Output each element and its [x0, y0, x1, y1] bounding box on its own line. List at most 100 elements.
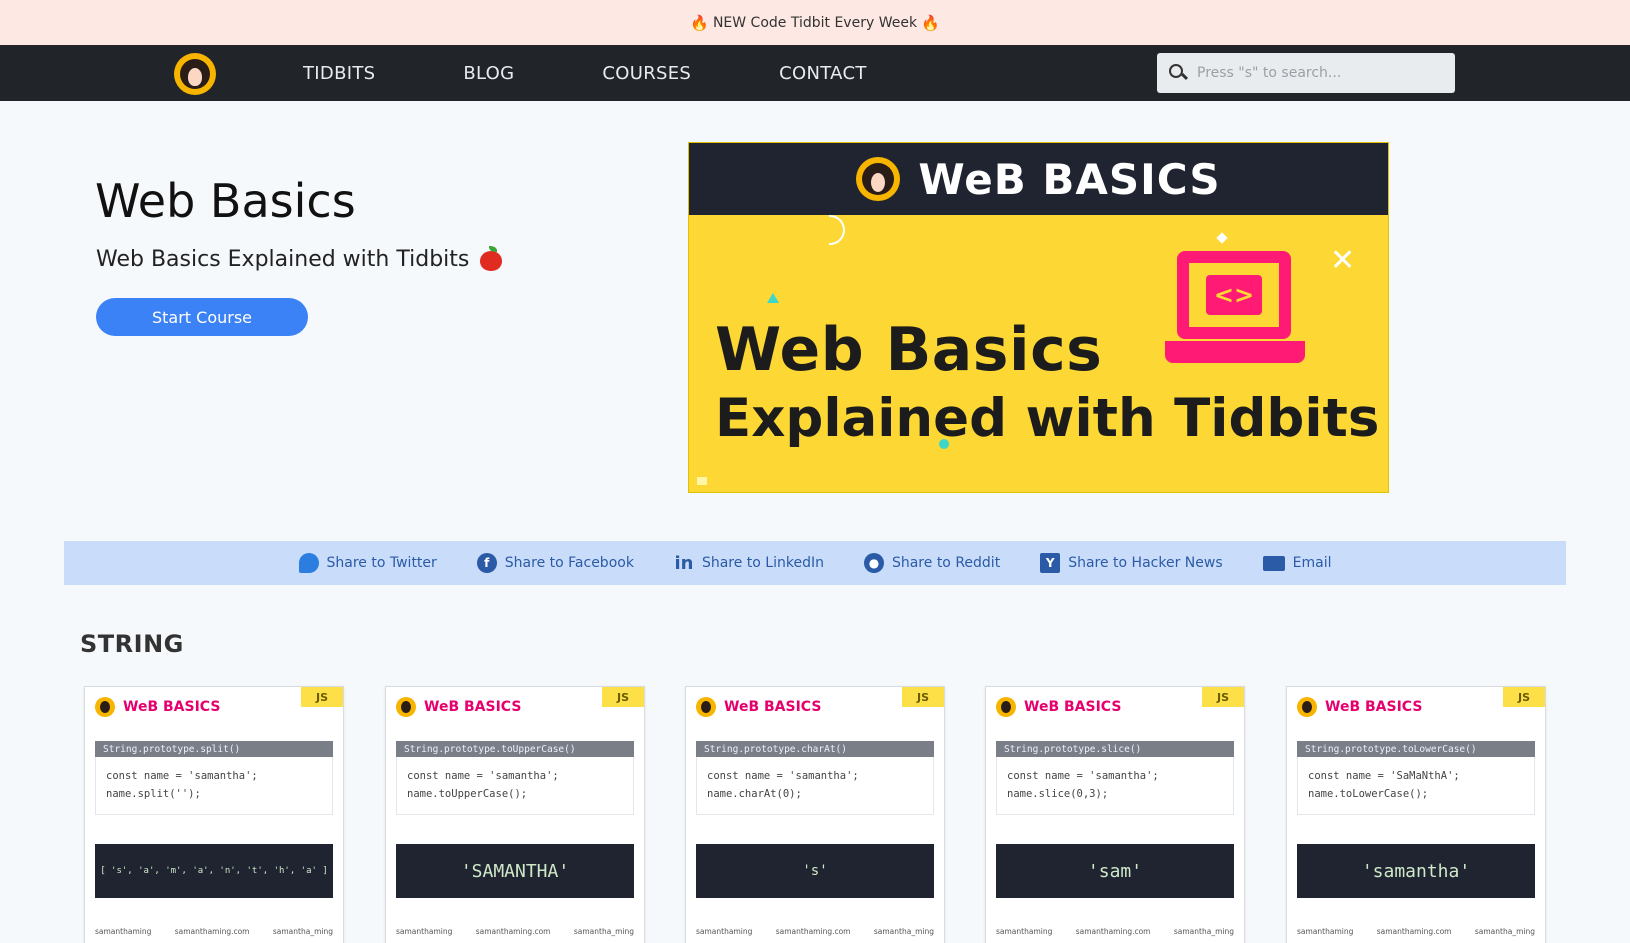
laptop-screen: <>: [1177, 251, 1291, 339]
footer-website: samanthaming.com: [1075, 927, 1151, 936]
method-label: String.prototype.toUpperCase(): [396, 741, 634, 757]
fire-icon: 🔥: [690, 13, 709, 32]
page-subtitle: Web Basics Explained with Tidbits: [96, 246, 503, 272]
dot-decoration: [939, 439, 949, 449]
code-output: 's': [696, 844, 934, 898]
card-footer: samanthaming samanthaming.com samantha_min…: [696, 927, 934, 936]
tidbit-cards: JS WeB BASICS String.prototype.split() c…: [84, 686, 1548, 943]
laptop-icon: <>: [1165, 251, 1305, 367]
card-header: WeB BASICS: [996, 697, 1121, 717]
reddit-icon: ●: [863, 553, 884, 573]
js-tag: JS: [602, 687, 644, 707]
code-line: name.toLowerCase();: [1308, 788, 1429, 800]
card-header: WeB BASICS: [95, 697, 220, 717]
tidbit-card-touppercase[interactable]: JS WeB BASICS String.prototype.toUpperCa…: [385, 686, 645, 943]
site-logo[interactable]: [174, 53, 216, 95]
card-brand: WeB BASICS: [724, 699, 822, 715]
share-label: Share to Twitter: [326, 555, 437, 571]
share-facebook-link[interactable]: f Share to Facebook: [476, 553, 634, 573]
share-bar: Share to Twitter f Share to Facebook in Sh…: [64, 541, 1566, 585]
tidbit-card-tolowercase[interactable]: JS WeB BASICS String.prototype.toLowerCa…: [1286, 686, 1546, 943]
announcement-bar: 🔥 NEW Code Tidbit Every Week 🔥: [0, 0, 1630, 45]
share-label: Share to Reddit: [891, 555, 1001, 571]
triangle-decoration: [767, 293, 779, 303]
search-icon: [1167, 62, 1189, 84]
card-footer: samanthaming samanthaming.com samantha_min…: [1297, 927, 1535, 936]
code-snippet: const name = 'samantha'; name.toUpperCas…: [396, 757, 634, 815]
nav-link-courses[interactable]: COURSES: [602, 63, 691, 84]
card-header: WeB BASICS: [696, 697, 821, 717]
method-label: String.prototype.slice(): [996, 741, 1234, 757]
laptop-base: [1165, 341, 1305, 363]
code-output: 'SAMANTHA': [396, 844, 634, 898]
avatar-icon: [862, 163, 895, 195]
banner-logo: [856, 157, 901, 201]
share-hacker-news-link[interactable]: Y Share to Hacker News: [1040, 553, 1223, 573]
footer-website: samanthaming.com: [174, 927, 250, 936]
code-snippet: const name = 'SaMaNthA'; name.toLowerCas…: [1297, 757, 1535, 815]
card-brand: WeB BASICS: [123, 699, 221, 715]
footer-website: samanthaming.com: [1376, 927, 1452, 936]
code-snippet: const name = 'samantha'; name.charAt(0);: [696, 757, 934, 815]
card-footer: samanthaming samanthaming.com samantha_min…: [95, 927, 333, 936]
code-line: const name = 'SaMaNthA';: [1308, 770, 1460, 782]
hacker-news-icon: Y: [1040, 553, 1061, 573]
nav-link-blog[interactable]: BLOG: [463, 63, 514, 84]
footer-instagram: samanthaming: [95, 927, 152, 936]
banner-brand: WeB BASICS: [918, 154, 1221, 204]
course-banner-image: WeB BASICS Web Basics Explained with Tid…: [688, 142, 1389, 493]
footer-website: samanthaming.com: [475, 927, 551, 936]
share-email-link[interactable]: Email: [1262, 555, 1332, 571]
banner-header: WeB BASICS: [689, 143, 1388, 215]
share-twitter-link[interactable]: Share to Twitter: [298, 553, 437, 573]
tidbit-card-slice[interactable]: JS WeB BASICS String.prototype.slice() c…: [985, 686, 1245, 943]
footer-twitter: samantha_ming: [1474, 927, 1535, 936]
js-tag: JS: [902, 687, 944, 707]
linkedin-icon: in: [674, 552, 694, 574]
start-course-button[interactable]: Start Course: [96, 298, 308, 336]
share-label: Email: [1292, 555, 1332, 571]
code-line: const name = 'samantha';: [707, 770, 859, 782]
diamond-decoration: [1216, 232, 1228, 244]
share-linkedin-link[interactable]: in Share to LinkedIn: [674, 552, 824, 574]
search-input[interactable]: [1197, 65, 1437, 81]
code-line: const name = 'samantha';: [407, 770, 559, 782]
avatar-icon: [396, 697, 416, 717]
card-header: WeB BASICS: [1297, 697, 1422, 717]
search-box: [1157, 53, 1455, 93]
section-title: STRING: [80, 630, 184, 658]
js-tag: JS: [301, 687, 343, 707]
js-tag: JS: [1503, 687, 1545, 707]
card-header: WeB BASICS: [396, 697, 521, 717]
footer-instagram: samanthaming: [696, 927, 753, 936]
share-label: Share to Facebook: [504, 555, 634, 571]
method-label: String.prototype.charAt(): [696, 741, 934, 757]
footer-twitter: samantha_ming: [573, 927, 634, 936]
tidbit-card-charat[interactable]: JS WeB BASICS String.prototype.charAt() …: [685, 686, 945, 943]
footer-instagram: samanthaming: [996, 927, 1053, 936]
moon-decoration: [829, 215, 845, 245]
code-snippet: const name = 'samantha'; name.slice(0,3)…: [996, 757, 1234, 815]
nav-link-tidbits[interactable]: TIDBITS: [303, 63, 375, 84]
code-glyph: <>: [1206, 275, 1262, 315]
share-reddit-link[interactable]: ● Share to Reddit: [863, 553, 1001, 573]
nav-link-contact[interactable]: CONTACT: [779, 63, 866, 84]
tidbit-card-split[interactable]: JS WeB BASICS String.prototype.split() c…: [84, 686, 344, 943]
code-line: name.charAt(0);: [707, 788, 802, 800]
footer-website: samanthaming.com: [775, 927, 851, 936]
fire-icon: 🔥: [921, 13, 940, 32]
avatar-icon: [180, 59, 210, 89]
apple-icon: [479, 246, 503, 272]
card-brand: WeB BASICS: [1325, 699, 1423, 715]
code-line: name.toUpperCase();: [407, 788, 528, 800]
footer-instagram: samanthaming: [396, 927, 453, 936]
card-brand: WeB BASICS: [424, 699, 522, 715]
code-line: name.slice(0,3);: [1007, 788, 1109, 800]
avatar-icon: [696, 697, 716, 717]
code-snippet: const name = 'samantha'; name.split('');: [95, 757, 333, 815]
code-line: const name = 'samantha';: [1007, 770, 1159, 782]
subtitle-text: Web Basics Explained with Tidbits: [96, 246, 470, 272]
top-navbar: TIDBITS BLOG COURSES CONTACT: [0, 45, 1630, 101]
avatar-icon: [95, 697, 115, 717]
avatar-icon: [996, 697, 1016, 717]
